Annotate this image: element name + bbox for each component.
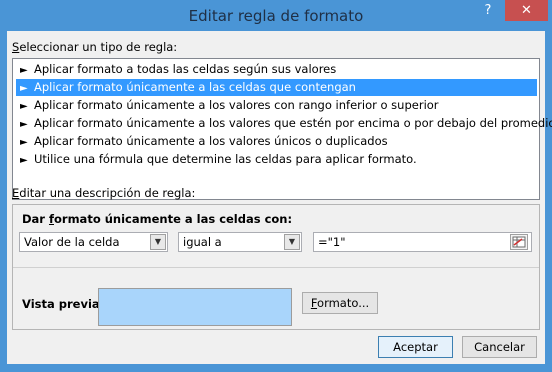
value-text: ="1" xyxy=(318,235,346,249)
format-preview-box xyxy=(98,288,292,326)
value-input[interactable]: ="1" xyxy=(313,232,532,252)
title-bar[interactable]: Editar regla de formato ? ✕ xyxy=(0,0,552,32)
rule-type-item[interactable]: ► Aplicar formato a todas las celdas segú… xyxy=(16,61,537,78)
arrow-right-icon: ► xyxy=(20,119,28,130)
edit-description-label: Editar una descripción de regla: xyxy=(12,186,196,200)
help-button[interactable]: ? xyxy=(478,2,498,20)
preview-label: Vista previa: xyxy=(22,297,105,311)
close-button[interactable]: ✕ xyxy=(505,0,548,21)
rule-type-item[interactable]: ► Utilice una fórmula que determine las c… xyxy=(16,151,537,168)
condition-type-select[interactable]: Valor de la celda ▼ xyxy=(19,232,168,252)
rule-type-item[interactable]: ► Aplicar formato únicamente a los valore… xyxy=(16,115,552,132)
arrow-right-icon: ► xyxy=(20,65,28,76)
arrow-right-icon: ► xyxy=(20,137,28,148)
accept-button[interactable]: Aceptar xyxy=(378,336,453,358)
chevron-down-icon[interactable]: ▼ xyxy=(150,234,166,250)
format-only-cells-header: Dar formato únicamente a las celdas con: xyxy=(22,212,293,226)
rule-type-list[interactable]: ► Aplicar formato a todas las celdas segú… xyxy=(12,58,552,200)
rule-type-item[interactable]: ► Aplicar formato únicamente a los valore… xyxy=(16,133,537,150)
rule-type-item-selected[interactable]: ► Aplicar formato únicamente a las celdas… xyxy=(16,79,537,96)
chevron-down-icon[interactable]: ▼ xyxy=(284,234,300,250)
dialog-title: Editar regla de formato xyxy=(188,7,364,25)
rule-type-label: Seleccionar un tipo de regla: xyxy=(12,40,178,54)
range-select-icon xyxy=(512,236,526,248)
arrow-right-icon: ► xyxy=(20,101,28,112)
dialog-body: Seleccionar un tipo de regla: ► Aplicar f… xyxy=(7,31,552,364)
dialog-window: Editar regla de formato ? ✕ Seleccionar … xyxy=(0,0,552,372)
format-button[interactable]: Formato... xyxy=(302,292,378,314)
cell-reference-button[interactable] xyxy=(510,234,528,250)
arrow-right-icon: ► xyxy=(20,155,28,166)
cancel-button[interactable]: Cancelar xyxy=(462,336,537,358)
operator-value: igual a xyxy=(183,235,222,249)
arrow-right-icon: ► xyxy=(20,83,28,94)
operator-select[interactable]: igual a ▼ xyxy=(178,232,302,252)
condition-type-value: Valor de la celda xyxy=(24,235,120,249)
rule-type-item[interactable]: ► Aplicar formato únicamente a los valore… xyxy=(16,97,537,114)
